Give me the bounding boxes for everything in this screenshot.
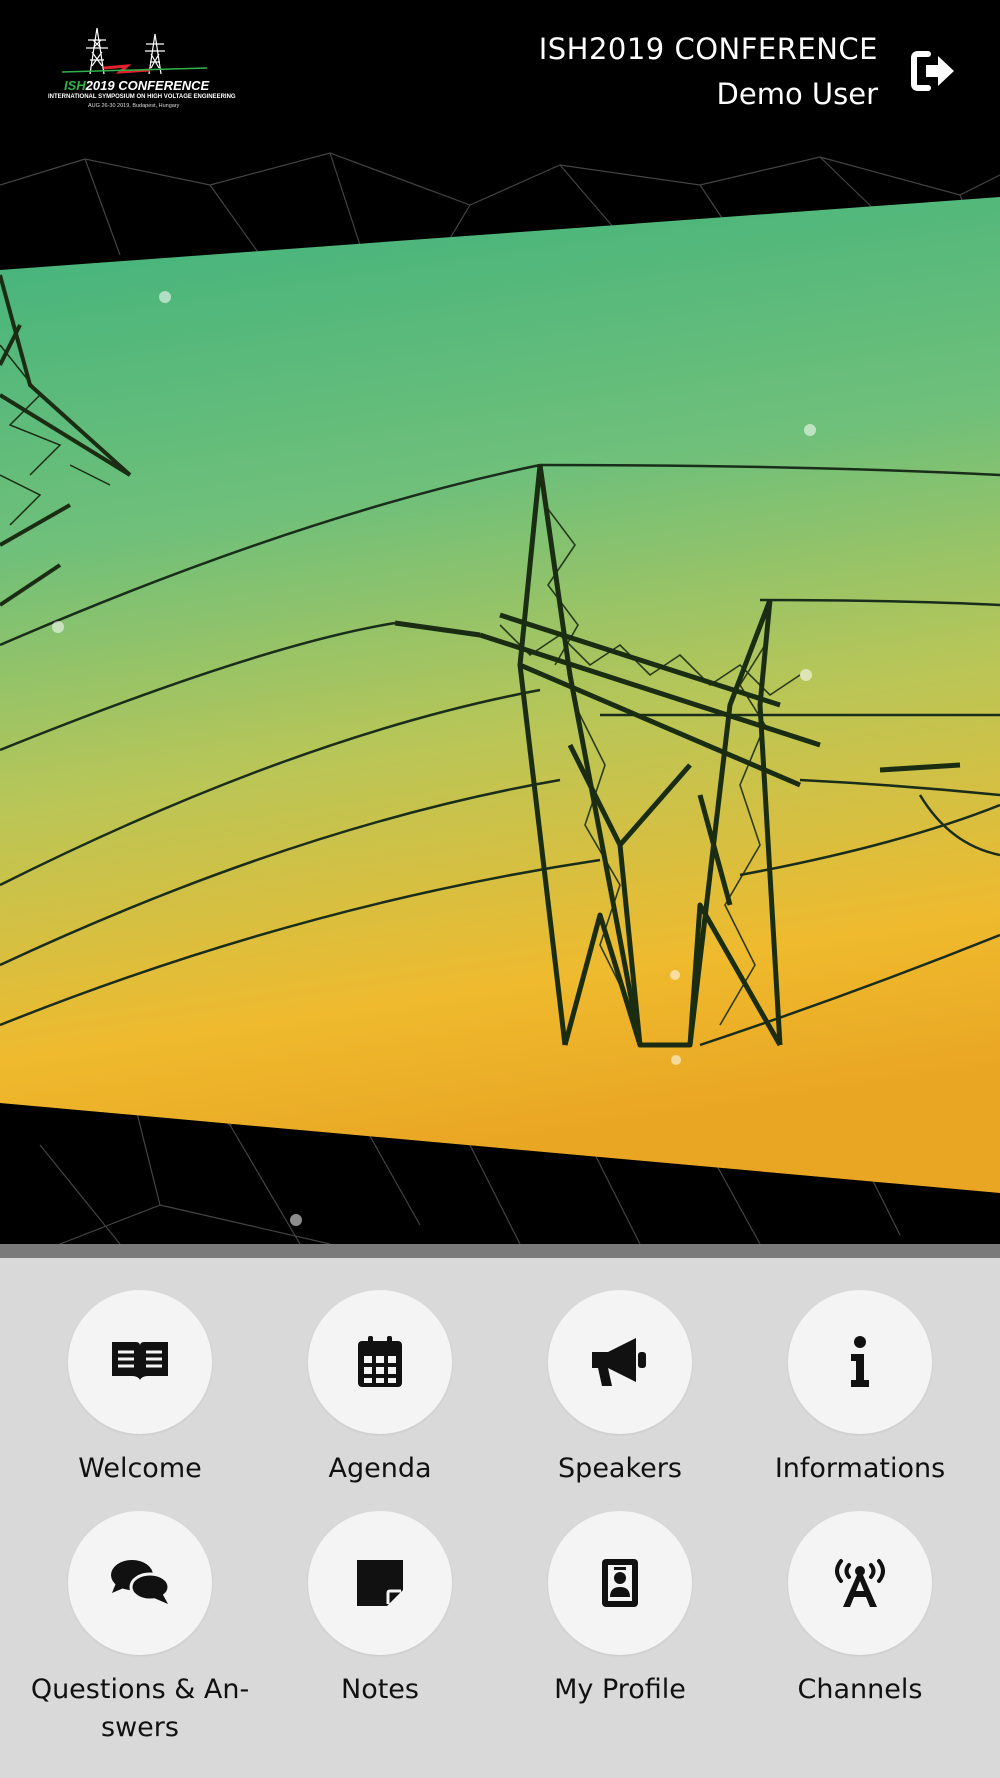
megaphone-icon (592, 1338, 646, 1386)
main-menu: Welcome Agenda Speakers Informations Que… (0, 1258, 1000, 1778)
menu-item-label: Welcome (78, 1453, 202, 1484)
broadcast-tower-icon (835, 1559, 885, 1607)
info-icon (851, 1336, 869, 1387)
logo-title: ISH2019 CONFERENCE (64, 78, 210, 93)
id-badge-icon (602, 1559, 638, 1607)
menu-item-notes[interactable]: Notes (260, 1511, 500, 1709)
menu-item-label: My Profile (554, 1674, 686, 1705)
menu-item-label: Informations (774, 1453, 946, 1484)
menu-item-informations[interactable]: Informations (740, 1290, 980, 1488)
logo-subtitle: INTERNATIONAL SYMPOSIUM ON HIGH VOLTAGE … (48, 94, 236, 100)
menu-item-questions-answers[interactable]: Questions & An- swers (20, 1511, 260, 1747)
menu-item-channels[interactable]: Channels (740, 1511, 980, 1709)
comments-icon (111, 1560, 170, 1604)
menu-item-label: Notes (341, 1674, 419, 1705)
conference-logo: ISH2019 CONFERENCE INTERNATIONAL SYMPOSI… (42, 26, 236, 110)
calendar-icon (358, 1336, 402, 1387)
menu-icon-circle (788, 1290, 932, 1434)
menu-icon-circle (68, 1511, 212, 1655)
menu-icon-circle (548, 1290, 692, 1434)
sticky-note-icon (357, 1560, 403, 1606)
menu-icon-circle (308, 1511, 452, 1655)
menu-icon-circle (68, 1290, 212, 1434)
menu-item-label: Questions & An- swers (30, 1674, 250, 1743)
user-name: Demo User (716, 77, 878, 111)
hero-image (0, 145, 1000, 1244)
menu-item-label: Channels (797, 1674, 923, 1705)
menu-item-label: Agenda (328, 1453, 432, 1484)
book-open-icon (112, 1342, 168, 1380)
logout-button[interactable] (910, 50, 958, 92)
app-header: ISH2019 CONFERENCE INTERNATIONAL SYMPOSI… (0, 0, 1000, 145)
menu-item-welcome[interactable]: Welcome (20, 1290, 260, 1488)
menu-icon-circle (548, 1511, 692, 1655)
menu-item-label: Speakers (558, 1453, 682, 1484)
menu-item-speakers[interactable]: Speakers (500, 1290, 740, 1488)
logo-date: AUG 26-30 2019, Budapest, Hungary (88, 103, 180, 109)
menu-icon-circle (788, 1511, 932, 1655)
hero-divider (0, 1244, 1000, 1258)
menu-icon-circle (308, 1290, 452, 1434)
menu-item-agenda[interactable]: Agenda (260, 1290, 500, 1488)
menu-item-my-profile[interactable]: My Profile (500, 1511, 740, 1709)
conference-title: ISH2019 CONFERENCE (538, 32, 878, 66)
sign-out-icon (911, 51, 954, 91)
